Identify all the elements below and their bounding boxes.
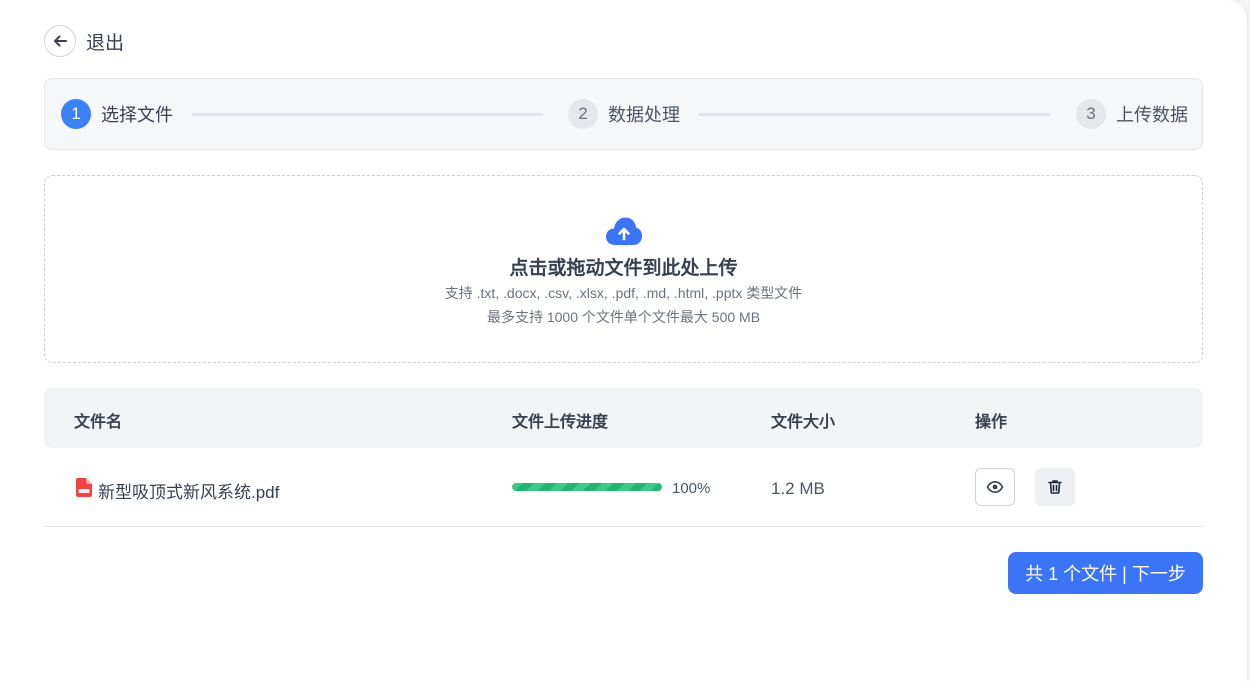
file-name: 新型吸顶式新风系统.pdf bbox=[98, 483, 280, 502]
column-header-actions: 操作 bbox=[975, 414, 1008, 431]
back-button[interactable]: 退出 bbox=[44, 25, 124, 57]
preview-button[interactable] bbox=[975, 468, 1015, 506]
upload-title: 点击或拖动文件到此处上传 bbox=[509, 258, 738, 279]
step-number: 3 bbox=[1076, 99, 1106, 129]
arrow-left-icon bbox=[44, 25, 76, 57]
pdf-file-icon bbox=[76, 478, 92, 497]
next-step-button[interactable]: 共 1 个文件 | 下一步 bbox=[1008, 552, 1203, 594]
step-label: 选择文件 bbox=[101, 105, 173, 125]
stepper: 1 选择文件 2 数据处理 3 上传数据 bbox=[44, 78, 1203, 150]
column-header-size: 文件大小 bbox=[771, 414, 836, 431]
upload-dropzone[interactable]: 点击或拖动文件到此处上传 支持 .txt, .docx, .csv, .xlsx… bbox=[44, 175, 1203, 363]
upload-limits-hint: 最多支持 1000 个文件单个文件最大 500 MB bbox=[486, 309, 761, 325]
column-header-progress: 文件上传进度 bbox=[512, 414, 609, 431]
table-row: 新型吸顶式新风系统.pdf 100% 1.2 MB bbox=[44, 448, 1203, 527]
step-number: 2 bbox=[568, 99, 598, 129]
file-size: 1.2 MB bbox=[771, 479, 825, 498]
upload-panel: 退出 1 选择文件 2 数据处理 3 上传数据 点击或拖动文件到此处上传 支持 … bbox=[0, 0, 1248, 681]
step-connector bbox=[699, 113, 1051, 116]
cloud-upload-icon bbox=[606, 217, 642, 245]
trash-icon bbox=[1048, 480, 1062, 494]
step-select-file: 1 选择文件 bbox=[61, 99, 173, 129]
back-label: 退出 bbox=[86, 32, 125, 54]
step-upload-data: 3 上传数据 bbox=[1076, 99, 1188, 129]
step-connector bbox=[192, 113, 543, 116]
step-label: 数据处理 bbox=[608, 105, 680, 125]
table-header: 文件名 文件上传进度 文件大小 操作 bbox=[44, 388, 1203, 448]
step-number: 1 bbox=[61, 99, 91, 129]
delete-button[interactable] bbox=[1035, 468, 1075, 506]
upload-types-hint: 支持 .txt, .docx, .csv, .xlsx, .pdf, .md, … bbox=[444, 285, 803, 301]
step-label: 上传数据 bbox=[1116, 105, 1188, 125]
upload-progress-fill bbox=[512, 483, 662, 491]
eye-icon bbox=[986, 480, 1004, 494]
step-process-data: 2 数据处理 bbox=[568, 99, 680, 129]
upload-progress-text: 100% bbox=[672, 480, 711, 497]
upload-progress-bar bbox=[512, 483, 662, 491]
column-header-name: 文件名 bbox=[74, 414, 123, 431]
